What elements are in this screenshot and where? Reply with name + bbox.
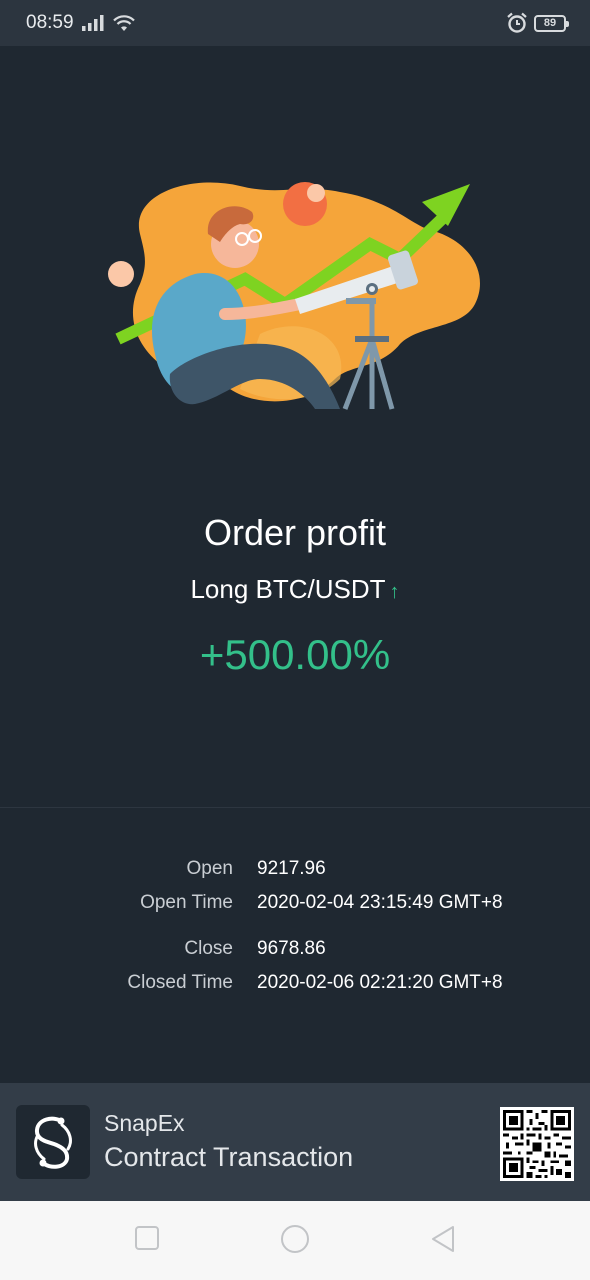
close-price-value: 9678.86 bbox=[257, 938, 326, 959]
up-arrow-icon: ↑ bbox=[389, 581, 400, 603]
open-price-row: Open 9217.96 bbox=[0, 858, 590, 886]
profit-percentage: +500.00% bbox=[199, 631, 391, 678]
close-price-row: Close 9678.86 bbox=[0, 938, 590, 966]
closed-time-value: 2020-02-06 02:21:20 GMT+8 bbox=[257, 972, 503, 993]
signal-icon bbox=[81, 15, 104, 31]
close-price-label: Close bbox=[184, 938, 233, 959]
open-time-label: Open Time bbox=[140, 892, 233, 913]
wifi-icon bbox=[112, 15, 135, 31]
position-summary: Long BTC/USDT ↑ bbox=[0, 574, 590, 605]
open-time-row: Open Time 2020-02-04 23:15:49 GMT+8 bbox=[0, 892, 590, 920]
closed-time-label: Closed Time bbox=[127, 972, 233, 993]
snapex-logo-icon bbox=[34, 1116, 72, 1169]
closed-time-row: Closed Time 2020-02-06 02:21:20 GMT+8 bbox=[0, 972, 590, 1000]
alarm-icon bbox=[507, 12, 527, 33]
position-direction: Long bbox=[190, 574, 249, 604]
recent-apps-icon[interactable] bbox=[134, 1225, 160, 1251]
status-time: 08:59 bbox=[26, 12, 74, 33]
brand-name: SnapEx bbox=[104, 1110, 185, 1136]
brand-subtitle: Contract Transaction bbox=[104, 1142, 354, 1172]
open-price-value: 9217.96 bbox=[257, 858, 326, 879]
brand-banner: SnapEx Contract Transaction bbox=[0, 1083, 590, 1201]
telescope-illustration bbox=[108, 182, 480, 410]
qr-code bbox=[500, 1107, 574, 1181]
home-icon[interactable] bbox=[280, 1224, 310, 1254]
divider bbox=[0, 807, 590, 808]
trading-pair: BTC/USDT bbox=[255, 574, 386, 604]
status-bar: 08:59 89 bbox=[0, 0, 590, 46]
order-card: Order profit Long BTC/USDT ↑ +500.00% Ope… bbox=[0, 46, 590, 1083]
open-time-value: 2020-02-04 23:15:49 GMT+8 bbox=[257, 892, 503, 913]
snapex-logo bbox=[16, 1105, 90, 1179]
system-navigation-bar bbox=[0, 1201, 590, 1280]
page-title: Order profit bbox=[203, 512, 387, 553]
back-icon[interactable] bbox=[430, 1225, 456, 1253]
battery-level: 89 bbox=[543, 17, 557, 29]
open-price-label: Open bbox=[186, 858, 233, 879]
battery-icon: 89 bbox=[534, 14, 569, 32]
